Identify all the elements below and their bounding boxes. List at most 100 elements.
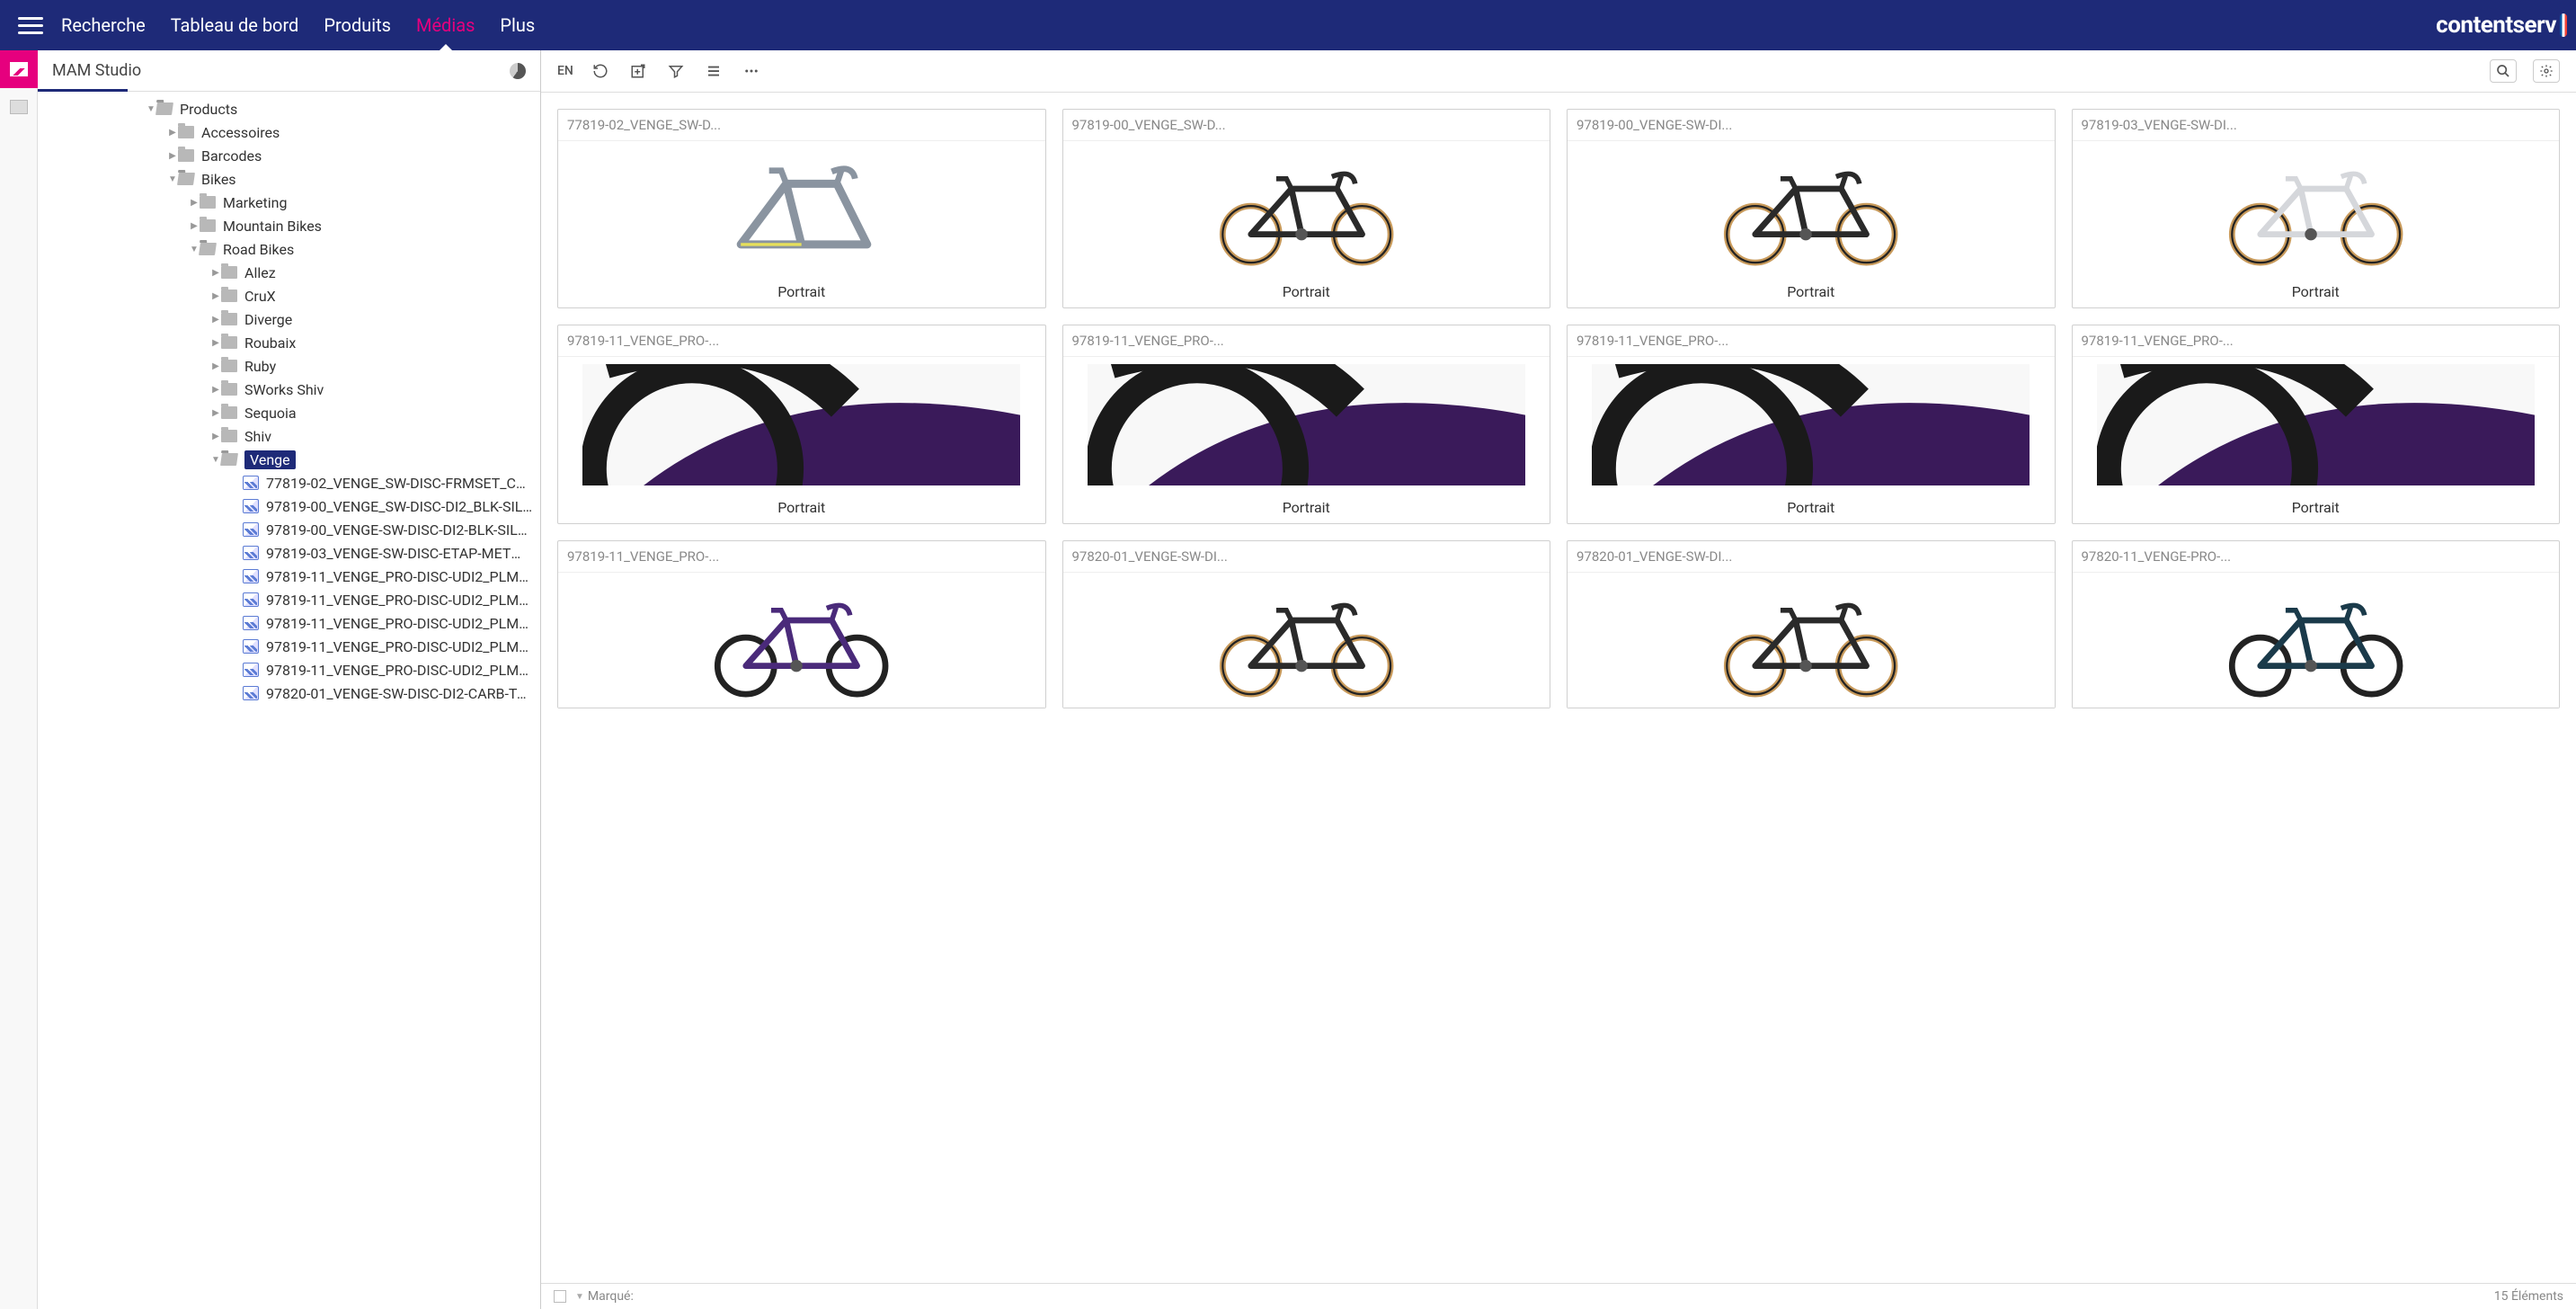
tree-folder-allez[interactable]: ▶ Allez (38, 261, 540, 284)
asset-card[interactable]: 77819-02_VENGE_SW-D... Portrait (557, 109, 1046, 308)
settings-icon[interactable] (2533, 59, 2560, 83)
chevron-right-icon[interactable]: ▶ (210, 408, 221, 418)
tree-label: 97819-11_VENGE_PRO-DISC-UDI2_PLMPRP-BLK_ (266, 662, 533, 679)
asset-card[interactable]: 97820-01_VENGE-SW-DI... (1062, 540, 1551, 708)
filter-icon[interactable] (665, 60, 687, 82)
pie-icon[interactable] (510, 63, 526, 79)
image-file-icon (243, 663, 259, 677)
tree-folder-sequoia[interactable]: ▶Sequoia (38, 401, 540, 424)
marked-label: Marqué: (588, 1289, 634, 1304)
tree-folder-marketing[interactable]: ▶ Marketing (38, 191, 540, 214)
asset-card[interactable]: 97819-03_VENGE-SW-DI... Portrait (2072, 109, 2561, 308)
tree-folder-mountain-bikes[interactable]: ▶Mountain Bikes (38, 214, 540, 237)
tree-folder-products[interactable]: ▼Products (38, 97, 540, 120)
chevron-right-icon[interactable]: ▶ (210, 291, 221, 301)
item-count: 15 Éléments (2494, 1289, 2563, 1304)
asset-card[interactable]: 97819-11_VENGE_PRO-... Portrait (2072, 325, 2561, 524)
tree-folder-accessoires[interactable]: ▶Accessoires (38, 120, 540, 144)
tree-file-97819-11-venge-pro-disc-udi2-p[interactable]: 97819-11_VENGE_PRO-DISC-UDI2_PLMPRP-BLK_ (38, 588, 540, 611)
asset-title: 97819-00_VENGE_SW-D... (1063, 110, 1550, 141)
tree-folder-ruby[interactable]: ▶ Ruby (38, 354, 540, 378)
chevron-right-icon[interactable]: ▶ (189, 198, 200, 208)
nav-recherche[interactable]: Recherche (61, 0, 146, 50)
refresh-icon[interactable] (590, 60, 611, 82)
chevron-right-icon[interactable]: ▶ (167, 151, 178, 161)
chevron-right-icon[interactable]: ▶ (189, 221, 200, 231)
tree-folder-venge[interactable]: ▼ Venge (38, 448, 540, 471)
language-selector[interactable]: EN (557, 64, 573, 78)
folder-tree: ▼Products▶Accessoires▶Barcodes▼Bikes ▶ Mar… (38, 92, 540, 1309)
nav-produits[interactable]: Produits (324, 0, 391, 50)
asset-card[interactable]: 97819-11_VENGE_PRO-... Portrait (557, 325, 1046, 524)
asset-card[interactable]: 97819-00_VENGE-SW-DI... Portrait (1567, 109, 2056, 308)
tree-label: Ruby (244, 358, 276, 375)
asset-card[interactable]: 97819-11_VENGE_PRO-... Portrait (1567, 325, 2056, 524)
menu-icon[interactable] (18, 13, 43, 38)
add-icon[interactable] (627, 60, 649, 82)
tree-folder-road-bikes[interactable]: ▼Road Bikes (38, 237, 540, 261)
tree-file-97819-11-venge-pro-disc-udi2-p[interactable]: 97819-11_VENGE_PRO-DISC-UDI2_PLMPRP-BLK_ (38, 611, 540, 635)
asset-thumbnail (2073, 141, 2560, 276)
folder-icon (221, 383, 237, 396)
tree-file-97819-11-venge-pro-disc-udi2-p[interactable]: 97819-11_VENGE_PRO-DISC-UDI2_PLMPRP-BLK_ (38, 635, 540, 658)
tree-folder-sworks-shiv[interactable]: ▶SWorks Shiv (38, 378, 540, 401)
list-icon[interactable] (703, 60, 724, 82)
asset-title: 97819-11_VENGE_PRO-... (558, 541, 1045, 573)
tree-label: Marketing (223, 194, 287, 211)
rail-mam-active[interactable] (0, 50, 38, 88)
chevron-down-icon[interactable]: ▼ (210, 455, 221, 465)
chevron-right-icon[interactable]: ▶ (167, 128, 178, 138)
folder-icon (221, 406, 237, 419)
asset-card[interactable]: 97820-01_VENGE-SW-DI... (1567, 540, 2056, 708)
chevron-down-icon[interactable]: ▼ (167, 174, 178, 184)
folder-icon (200, 196, 216, 209)
asset-card[interactable]: 97819-11_VENGE_PRO-... Portrait (1062, 325, 1551, 524)
tree-file-97819-00-venge-sw-disc-di2-blk[interactable]: 97819-00_VENGE-SW-DISC-DI2-BLK-SILHLG_HE… (38, 518, 540, 541)
tree-file-97819-00-venge-sw-disc-di2-blk[interactable]: 97819-00_VENGE_SW-DISC-DI2_BLK-SILHLG_FD (38, 494, 540, 518)
chevron-right-icon[interactable]: ▶ (210, 338, 221, 348)
asset-thumbnail (1063, 357, 1550, 492)
folder-open-icon (220, 453, 238, 466)
more-icon[interactable] (741, 60, 762, 82)
brand-logo: contentserv (2436, 12, 2567, 39)
tree-folder-shiv[interactable]: ▶Shiv (38, 424, 540, 448)
chevron-down-icon[interactable]: ▼ (146, 104, 156, 114)
nav-plus[interactable]: Plus (500, 0, 535, 50)
chevron-down-icon[interactable]: ▼ (189, 245, 200, 254)
asset-footer: Portrait (2073, 492, 2560, 523)
asset-card[interactable]: 97819-00_VENGE_SW-D... Portrait (1062, 109, 1551, 308)
image-file-icon (243, 592, 259, 607)
tree-file-77819-02-venge-sw-disc-frmset-[interactable]: 77819-02_VENGE_SW-DISC-FRMSET_CSTBTLSHP (38, 471, 540, 494)
tree-folder-barcodes[interactable]: ▶Barcodes (38, 144, 540, 167)
asset-title: 97819-03_VENGE-SW-DI... (2073, 110, 2560, 141)
tree-folder-diverge[interactable]: ▶Diverge (38, 307, 540, 331)
dropdown-caret-icon[interactable]: ▼ (575, 1292, 584, 1302)
tree-folder-crux[interactable]: ▶CruX (38, 284, 540, 307)
chevron-right-icon[interactable]: ▶ (210, 361, 221, 371)
tree-label: Venge (244, 450, 296, 469)
asset-thumbnail (2073, 357, 2560, 492)
chevron-right-icon[interactable]: ▶ (210, 385, 221, 395)
chevron-right-icon[interactable]: ▶ (210, 315, 221, 325)
tree-file-97819-11-venge-pro-disc-udi2-p[interactable]: 97819-11_VENGE_PRO-DISC-UDI2_PLMPRP-BLK_ (38, 565, 540, 588)
tree-folder-roubaix[interactable]: ▶Roubaix (38, 331, 540, 354)
tree-file-97820-01-venge-sw-disc-di2-car[interactable]: 97820-01_VENGE-SW-DISC-DI2-CARB-TARBLK_F (38, 681, 540, 705)
select-all-checkbox[interactable] (554, 1290, 566, 1303)
nav-tableau-de-bord[interactable]: Tableau de bord (171, 0, 299, 50)
sidebar-header: MAM Studio (38, 50, 540, 92)
asset-card[interactable]: 97820-11_VENGE-PRO-... (2072, 540, 2561, 708)
folder-icon (178, 149, 194, 162)
search-button[interactable] (2490, 59, 2517, 83)
nav-médias[interactable]: Médias (416, 0, 475, 50)
tree-folder-bikes[interactable]: ▼Bikes (38, 167, 540, 191)
asset-footer: Portrait (1063, 492, 1550, 523)
chevron-right-icon[interactable]: ▶ (210, 432, 221, 441)
tree-label: Allez (244, 264, 276, 281)
tree-file-97819-03-venge-sw-disc-etap-me[interactable]: 97819-03_VENGE-SW-DISC-ETAP-METWHTSIL-LT… (38, 541, 540, 565)
asset-thumbnail (2073, 573, 2560, 708)
rail-item-2[interactable] (0, 88, 38, 126)
chevron-right-icon[interactable]: ▶ (210, 268, 221, 278)
asset-thumbnail (1568, 357, 2055, 492)
asset-card[interactable]: 97819-11_VENGE_PRO-... (557, 540, 1046, 708)
tree-file-97819-11-venge-pro-disc-udi2-p[interactable]: 97819-11_VENGE_PRO-DISC-UDI2_PLMPRP-BLK_ (38, 658, 540, 681)
